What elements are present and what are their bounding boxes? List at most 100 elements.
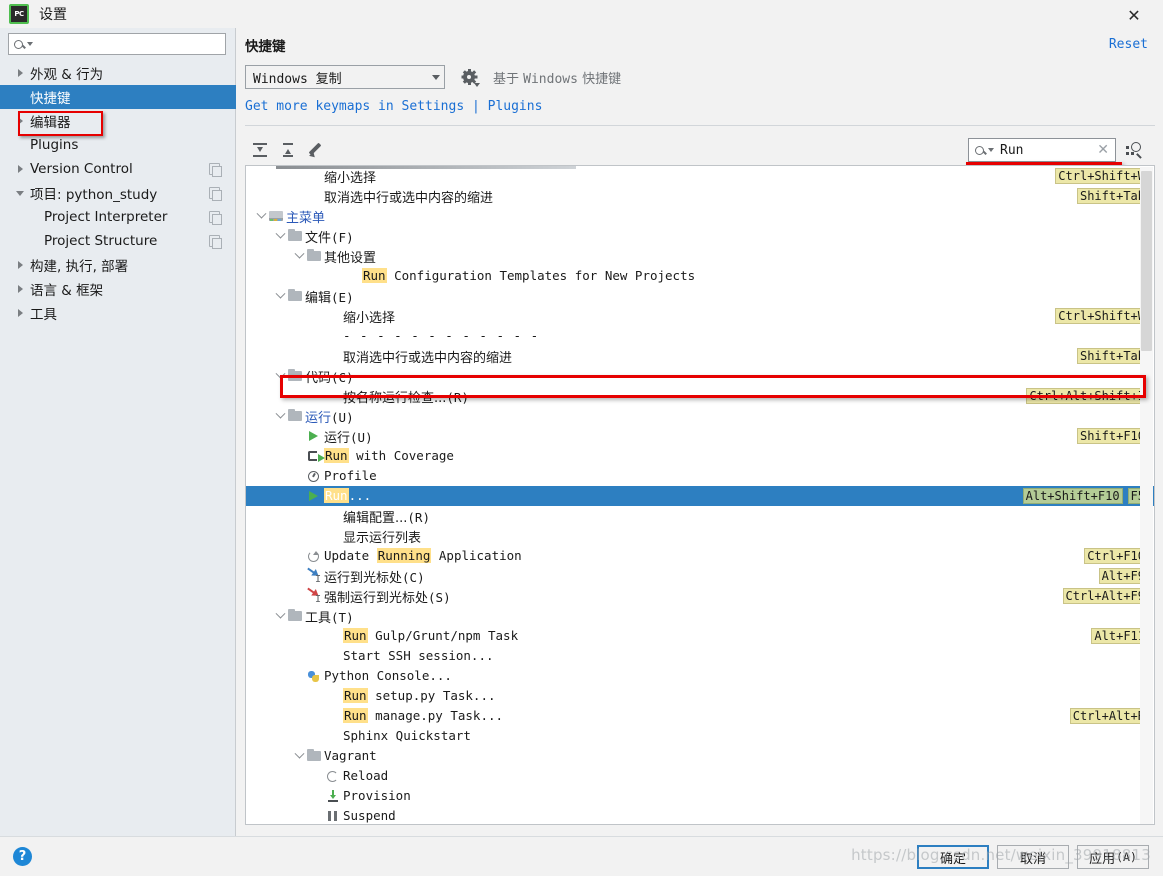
pycharm-icon: PC	[9, 4, 29, 24]
collapse-all-button[interactable]	[275, 138, 301, 162]
label-text: 编辑	[305, 290, 332, 306]
tree-row[interactable]: 显示运行列表	[246, 526, 1154, 546]
chevron-right-icon[interactable]	[12, 69, 28, 77]
sidebar-item[interactable]: Project Interpreter	[0, 205, 236, 229]
shortcut-badges: Shift+F10	[1076, 428, 1148, 444]
chevron-right-icon[interactable]	[12, 165, 28, 173]
tree-row[interactable]: - - - - - - - - - - - -	[246, 326, 1154, 346]
tree-row-label: - - - - - - - - - - - -	[343, 328, 539, 344]
get-more-keymaps-link[interactable]: Get more keymaps in Settings | Plugins	[245, 99, 542, 114]
tree-row[interactable]: Run Gulp/Grunt/npm Task Alt+F11	[246, 626, 1154, 646]
tree-row[interactable]: Run manage.py Task... Ctrl+Alt+R	[246, 706, 1154, 726]
sidebar-item[interactable]: 项目: python_study	[0, 181, 236, 205]
tree-row-label: 缩小选择	[324, 167, 376, 186]
tree-row[interactable]: 运行到光标处(C)Alt+F9	[246, 566, 1154, 586]
tree-row[interactable]: 按名称运行检查...(R) Ctrl+Alt+Shift+I	[246, 386, 1154, 406]
tree-row[interactable]: 运行(U)	[246, 406, 1154, 426]
tree-row[interactable]: Vagrant	[246, 746, 1154, 766]
tree-row[interactable]: Profile	[246, 466, 1154, 486]
tree-row[interactable]: 工具(T)	[246, 606, 1154, 626]
tree-row[interactable]: Run Configuration Templates for New Proj…	[246, 266, 1154, 286]
copy-icon[interactable]	[209, 163, 222, 177]
chevron-down-icon[interactable]	[292, 246, 306, 266]
sidebar-item[interactable]: 快捷键	[0, 85, 236, 109]
cancel-button[interactable]: 取消	[997, 845, 1069, 869]
help-icon[interactable]: ?	[13, 847, 32, 866]
tree-row[interactable]: 缩小选择 Ctrl+Shift+W	[246, 166, 1154, 186]
shortcuts-tree[interactable]: 缩小选择 Ctrl+Shift+W 取消选中行或选中内容的缩进 Shift+Tab 主菜…	[245, 165, 1155, 825]
copy-icon[interactable]	[209, 211, 222, 225]
tree-row-label: Update Running Application	[324, 548, 522, 564]
sidebar-item[interactable]: 编辑器	[0, 109, 236, 133]
ok-button[interactable]: 确定	[917, 845, 989, 869]
tree-row[interactable]: 取消选中行或选中内容的缩进 Shift+Tab	[246, 346, 1154, 366]
chevron-right-icon[interactable]	[12, 285, 28, 293]
scrollbar-thumb[interactable]	[1141, 171, 1152, 351]
search-icon	[975, 145, 984, 155]
sidebar-item[interactable]: 语言 & 框架	[0, 277, 236, 301]
close-icon[interactable]: ✕	[1121, 4, 1147, 26]
tree-row[interactable]: 其他设置	[246, 246, 1154, 266]
keymap-select[interactable]: Windows 复制	[245, 65, 445, 89]
tree-row[interactable]: Update Running Application Ctrl+F10	[246, 546, 1154, 566]
tree-row[interactable]: 取消选中行或选中内容的缩进 Shift+Tab	[246, 186, 1154, 206]
chevron-down-icon[interactable]	[273, 226, 287, 246]
chevron-down-icon[interactable]	[254, 206, 268, 226]
chevron-down-icon[interactable]	[292, 746, 306, 766]
chevron-down-icon[interactable]	[273, 406, 287, 426]
chevron-right-icon[interactable]	[12, 117, 28, 125]
sidebar-search-input[interactable]	[8, 33, 226, 55]
tree-row[interactable]: 文件(F)	[246, 226, 1154, 246]
keymap-toolbar	[247, 138, 331, 162]
clear-search-icon[interactable]: ✕	[1095, 142, 1111, 158]
tree-row[interactable]: 编辑(E)	[246, 286, 1154, 306]
tree-row[interactable]: Python Console...	[246, 666, 1154, 686]
tree-row-label: 运行到光标处(C)	[324, 567, 425, 586]
reload-icon	[325, 766, 343, 786]
tree-row[interactable]: Sphinx Quickstart	[246, 726, 1154, 746]
label-text: 其他设置	[324, 250, 377, 266]
tree-row[interactable]: Run... Alt+Shift+F10 F5	[246, 486, 1154, 506]
apply-button-label: 应用	[1089, 851, 1116, 867]
tree-row[interactable]: 编辑配置...(R)	[246, 506, 1154, 526]
find-by-shortcut-button[interactable]	[1121, 138, 1147, 162]
tree-row[interactable]: Provision	[246, 786, 1154, 806]
chevron-right-icon[interactable]	[12, 261, 28, 269]
tree-row[interactable]: 主菜单	[246, 206, 1154, 226]
sidebar-item[interactable]: 构建, 执行, 部署	[0, 253, 236, 277]
copy-icon[interactable]	[209, 187, 222, 201]
label-text: 取消选中行或选中内容的缩进	[324, 190, 494, 206]
sidebar-item[interactable]: 外观 & 行为	[0, 61, 236, 85]
tree-row[interactable]: 运行(U) Shift+F10	[246, 426, 1154, 446]
edit-shortcut-button[interactable]	[303, 138, 329, 162]
tree-row[interactable]: Run with Coverage	[246, 446, 1154, 466]
sidebar-item[interactable]: Plugins	[0, 133, 236, 157]
apply-button[interactable]: 应用 (A)	[1077, 845, 1149, 869]
chevron-down-icon[interactable]	[273, 286, 287, 306]
sidebar-item[interactable]: Version Control	[0, 157, 236, 181]
provision-icon	[325, 786, 343, 806]
chevron-down-icon[interactable]	[273, 366, 287, 386]
vertical-scrollbar[interactable]	[1140, 167, 1153, 824]
copy-icon[interactable]	[209, 235, 222, 249]
expand-all-button[interactable]	[247, 138, 273, 162]
tree-row[interactable]: Start SSH session...	[246, 646, 1154, 666]
gear-icon[interactable]	[461, 69, 480, 87]
shortcut-badges: Ctrl+F10	[1084, 548, 1148, 564]
tree-row[interactable]: 强制运行到光标处(S) Ctrl+Alt+F9	[246, 586, 1154, 606]
sidebar-item[interactable]: 工具	[0, 301, 236, 325]
tree-row[interactable]: Suspend	[246, 806, 1154, 824]
chevron-right-icon[interactable]	[12, 309, 28, 317]
tree-row[interactable]: 代码(C)	[246, 366, 1154, 386]
tree-row[interactable]: Reload	[246, 766, 1154, 786]
chevron-down-icon[interactable]	[12, 190, 28, 196]
tree-row[interactable]: Run setup.py Task...	[246, 686, 1154, 706]
label-text: 显示运行列表	[343, 530, 422, 546]
tree-row[interactable]: 缩小选择 Ctrl+Shift+W	[246, 306, 1154, 326]
search-input[interactable]: Run ✕	[968, 138, 1116, 162]
sidebar-item[interactable]: Project Structure	[0, 229, 236, 253]
chevron-down-icon[interactable]	[273, 606, 287, 626]
reset-link[interactable]: Reset	[1109, 37, 1148, 52]
